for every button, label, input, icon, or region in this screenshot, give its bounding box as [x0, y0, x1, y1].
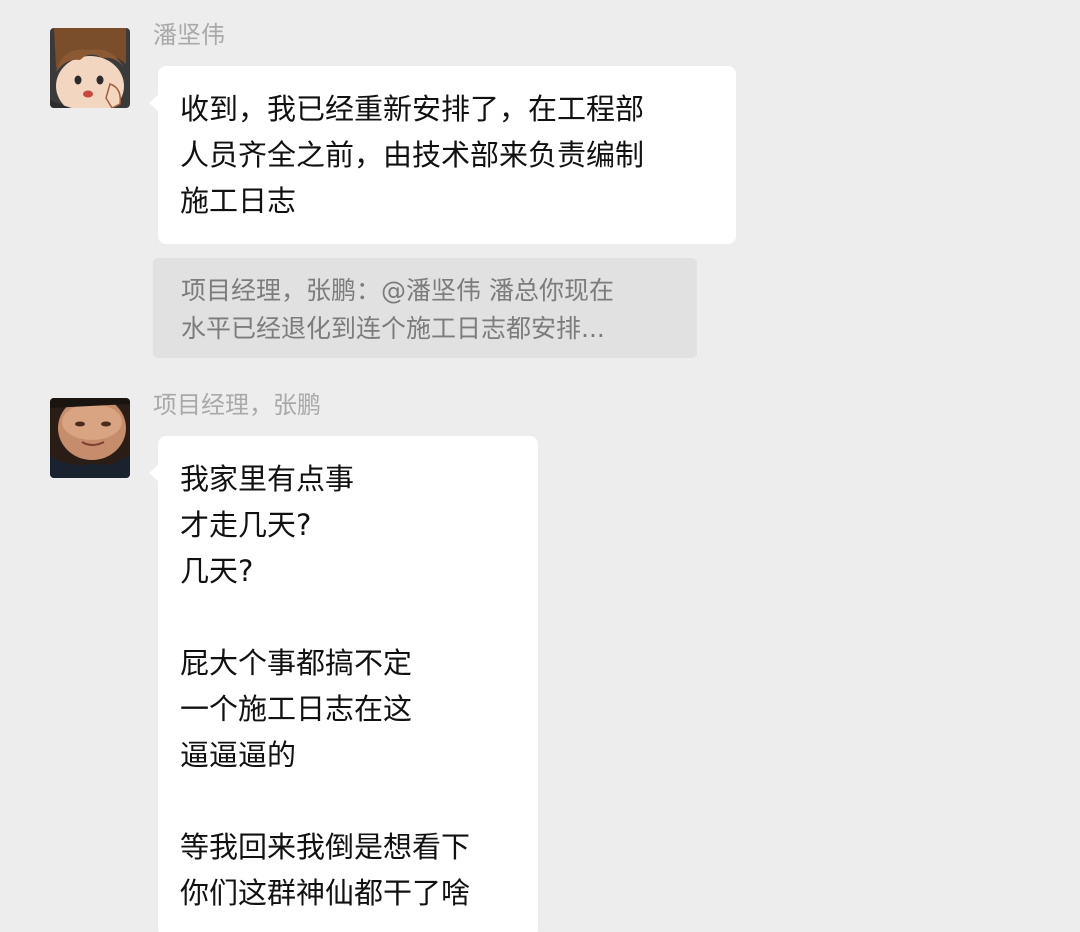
message-line: 才走几天? — [180, 508, 312, 542]
chat-window: 潘坚伟 收到，我已经重新安排了，在工程部 人员齐全之前，由技术部来负责编制 施工… — [0, 0, 1080, 932]
message-line: 你们这群神仙都干了啥 — [180, 876, 471, 910]
quoted-message[interactable]: 项目经理，张鹏：@潘坚伟 潘总你现在 水平已经退化到连个施工日志都安排... — [153, 258, 697, 358]
message-line — [180, 594, 516, 640]
message-line: 等我回来我倒是想看下 — [180, 830, 471, 864]
message-line: 几天? — [180, 554, 254, 588]
message-line — [180, 778, 516, 824]
photo-portrait-avatar[interactable] — [50, 398, 130, 478]
message-line: 收到，我已经重新安排了，在工程部 — [180, 92, 645, 126]
cartoon-boy-avatar[interactable] — [50, 28, 130, 108]
message-line: 逼逼逼的 — [180, 738, 297, 772]
sender-name: 潘坚伟 — [153, 21, 225, 49]
sender-name: 项目经理，张鹏 — [153, 391, 321, 419]
message-line: 我家里有点事 — [180, 462, 355, 496]
quote-line: 水平已经退化到连个施工日志都安排... — [181, 314, 605, 343]
message-line: 屁大个事都搞不定 — [180, 646, 413, 680]
quote-line: 项目经理，张鹏：@潘坚伟 潘总你现在 — [181, 276, 614, 305]
message-bubble[interactable]: 收到，我已经重新安排了，在工程部 人员齐全之前，由技术部来负责编制 施工日志 — [149, 66, 736, 244]
message-line: 人员齐全之前，由技术部来负责编制 — [180, 138, 645, 172]
bubble-tail — [149, 464, 159, 482]
message-line: 一个施工日志在这 — [180, 692, 413, 726]
message-bubble[interactable]: 我家里有点事 才走几天? 几天? 屁大个事都搞不定 一个施工日志在这 逼逼逼的 … — [149, 436, 538, 932]
message-line: 施工日志 — [180, 184, 297, 218]
bubble-tail — [149, 94, 159, 112]
